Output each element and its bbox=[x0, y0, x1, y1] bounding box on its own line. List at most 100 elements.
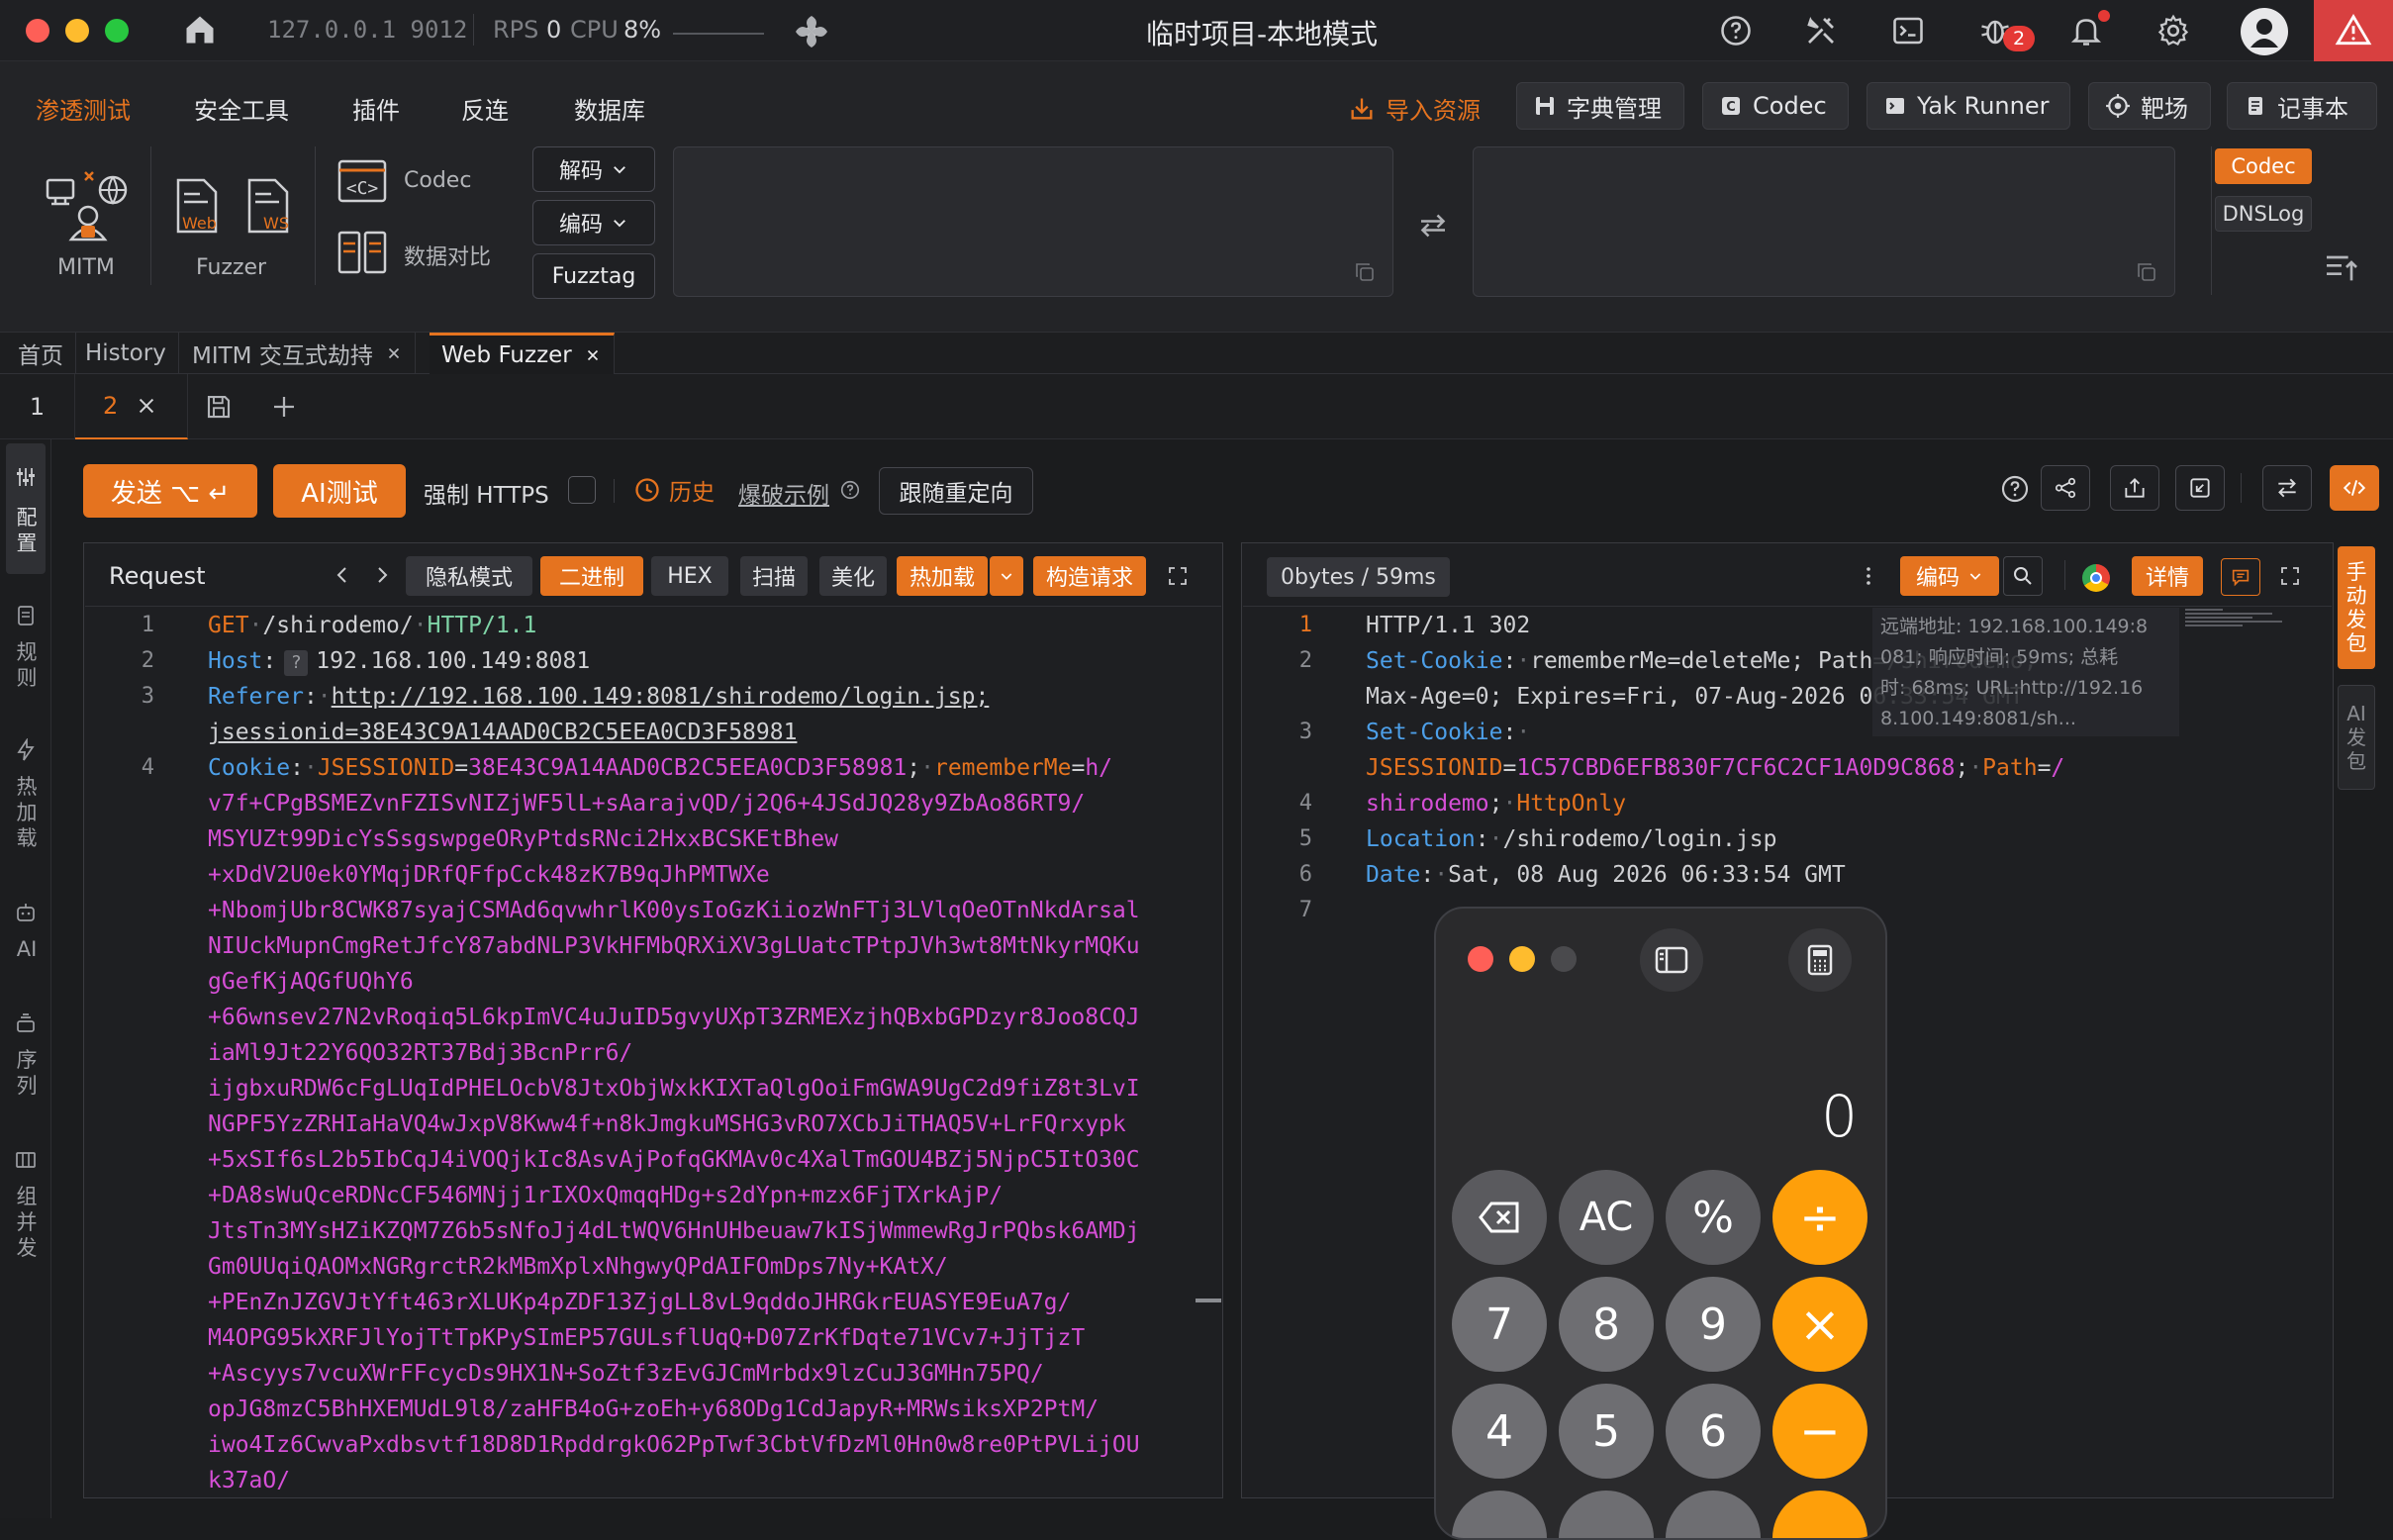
calc-backspace-button[interactable] bbox=[1452, 1170, 1547, 1265]
close-window-button[interactable] bbox=[26, 19, 49, 43]
user-avatar[interactable] bbox=[2241, 8, 2288, 55]
close-tab-icon[interactable] bbox=[385, 344, 403, 362]
calc-multiply-button[interactable]: × bbox=[1772, 1277, 1867, 1372]
sidebar-rules[interactable]: 规则 bbox=[16, 639, 38, 691]
collapse-toolbar-icon[interactable] bbox=[2322, 247, 2361, 287]
calc-ac-button[interactable]: AC bbox=[1559, 1170, 1654, 1265]
sidebar-group-concurrency[interactable]: 组并发 bbox=[16, 1184, 38, 1261]
notepad-button[interactable]: 记事本 bbox=[2227, 82, 2377, 130]
export-icon[interactable] bbox=[2110, 465, 2159, 511]
warning-icon[interactable] bbox=[2314, 0, 2393, 61]
menu-tab-security-tools[interactable]: 安全工具 bbox=[194, 91, 289, 126]
tools-icon[interactable] bbox=[1803, 13, 1839, 48]
terminal-icon[interactable] bbox=[1890, 13, 1926, 48]
follow-redirect-button[interactable]: 跟随重定向 bbox=[879, 467, 1033, 515]
calc-digit-button[interactable] bbox=[1666, 1491, 1761, 1538]
menu-tab-pentest[interactable]: 渗透测试 bbox=[36, 91, 131, 126]
example-help-icon[interactable] bbox=[839, 479, 861, 501]
build-request-chip[interactable]: 构造请求 bbox=[1033, 556, 1146, 596]
save-tab-icon[interactable] bbox=[204, 392, 234, 422]
add-tab-icon[interactable] bbox=[269, 392, 299, 422]
calc-subtract-button[interactable]: − bbox=[1772, 1384, 1867, 1479]
binary-chip[interactable]: 二进制 bbox=[540, 556, 643, 596]
more-options-icon[interactable] bbox=[1857, 562, 1880, 590]
calculator-mode-icon[interactable] bbox=[1788, 928, 1852, 992]
sequence-icon[interactable] bbox=[14, 1011, 38, 1035]
calc-digit-7[interactable]: 7 bbox=[1452, 1277, 1547, 1372]
diff-label[interactable]: 数据对比 bbox=[404, 240, 491, 271]
calculator-window[interactable]: 0 AC % ÷ 7 8 9 × 4 5 6 − bbox=[1434, 907, 1887, 1540]
prev-arrow-icon[interactable] bbox=[331, 562, 354, 588]
hex-chip[interactable]: HEX bbox=[651, 556, 728, 596]
comment-icon[interactable] bbox=[2221, 558, 2260, 596]
editor-scrollbar[interactable] bbox=[1196, 1299, 1221, 1302]
privacy-mode-chip[interactable]: 隐私模式 bbox=[406, 556, 532, 596]
history-button[interactable]: 历史 bbox=[633, 473, 715, 507]
calc-minimize-button[interactable] bbox=[1509, 946, 1535, 972]
send-request-button[interactable]: 发送 ⌥ ↵ bbox=[83, 464, 257, 518]
codec-tool-icon[interactable]: <C> bbox=[336, 158, 388, 206]
side-tab-ai-send[interactable]: AI发包 bbox=[2338, 685, 2375, 790]
copy-icon[interactable] bbox=[1353, 260, 1377, 284]
share-icon[interactable] bbox=[2041, 465, 2090, 511]
beautify-chip[interactable]: 美化 bbox=[819, 556, 887, 596]
subtab-1[interactable]: 1 bbox=[0, 374, 75, 439]
calc-divide-button[interactable]: ÷ bbox=[1772, 1170, 1867, 1265]
response-encode-select[interactable]: 编码 bbox=[1900, 556, 1999, 596]
menu-tab-database[interactable]: 数据库 bbox=[574, 91, 645, 126]
sidebar-config[interactable]: 配置 bbox=[16, 505, 38, 556]
tab-home[interactable]: 首页 bbox=[6, 333, 76, 374]
sidebar-sequence[interactable]: 序列 bbox=[16, 1047, 38, 1099]
encode-select[interactable]: 编码 bbox=[532, 200, 655, 245]
scan-chip[interactable]: 扫描 bbox=[740, 556, 808, 596]
hot-reload-icon[interactable] bbox=[14, 738, 38, 762]
import-icon[interactable] bbox=[2175, 465, 2225, 511]
side-tab-codec[interactable]: Codec bbox=[2215, 148, 2312, 184]
force-https-checkbox[interactable] bbox=[568, 476, 596, 504]
calc-digit-6[interactable]: 6 bbox=[1666, 1384, 1761, 1479]
yak-logo-icon[interactable] bbox=[792, 12, 831, 51]
calc-digit-5[interactable]: 5 bbox=[1559, 1384, 1654, 1479]
minimize-window-button[interactable] bbox=[65, 19, 89, 43]
close-tab-icon[interactable] bbox=[136, 395, 157, 417]
maximize-icon[interactable] bbox=[1166, 564, 1190, 588]
menu-tab-reverse[interactable]: 反连 bbox=[461, 91, 509, 126]
decode-select[interactable]: 解码 bbox=[532, 146, 655, 192]
calc-digit-4[interactable]: 4 bbox=[1452, 1384, 1547, 1479]
calc-close-button[interactable] bbox=[1468, 946, 1493, 972]
calc-add-button[interactable] bbox=[1772, 1491, 1867, 1538]
sidebar-hot-reload[interactable]: 热加载 bbox=[16, 774, 38, 851]
sidebar-toggle-icon[interactable] bbox=[1640, 928, 1703, 992]
next-arrow-icon[interactable] bbox=[370, 562, 394, 588]
swap-layout-icon[interactable] bbox=[2262, 465, 2312, 511]
calc-zoom-button[interactable] bbox=[1551, 946, 1577, 972]
close-tab-icon[interactable] bbox=[584, 346, 602, 364]
ai-test-button[interactable]: AI测试 bbox=[273, 464, 406, 518]
codec-output-area[interactable] bbox=[1473, 146, 2175, 297]
calc-digit-button[interactable] bbox=[1559, 1491, 1654, 1538]
hot-reload-dropdown[interactable] bbox=[990, 556, 1023, 596]
sidebar-ai[interactable]: AI bbox=[16, 936, 38, 962]
subtab-2[interactable]: 2 bbox=[75, 374, 188, 439]
home-icon[interactable] bbox=[182, 12, 218, 48]
side-tab-manual-send[interactable]: 手动发包 bbox=[2338, 546, 2375, 669]
brute-example-link[interactable]: 爆破示例 bbox=[738, 476, 829, 510]
dictionary-manager-button[interactable]: 字典管理 bbox=[1516, 82, 1684, 130]
side-tab-dnslog[interactable]: DNSLog bbox=[2215, 196, 2312, 232]
help-icon[interactable] bbox=[1718, 13, 1754, 48]
response-minimap[interactable] bbox=[2183, 608, 2292, 631]
calc-digit-9[interactable]: 9 bbox=[1666, 1277, 1761, 1372]
fuzztag-button[interactable]: Fuzztag bbox=[532, 253, 655, 299]
tab-web-fuzzer[interactable]: Web Fuzzer bbox=[430, 333, 615, 374]
search-icon[interactable] bbox=[2003, 556, 2043, 596]
copy-icon[interactable] bbox=[2135, 260, 2158, 284]
concurrency-icon[interactable] bbox=[14, 1148, 38, 1172]
codec-input-area[interactable] bbox=[673, 146, 1393, 297]
mitm-icon[interactable] bbox=[44, 166, 131, 245]
calc-percent-button[interactable]: % bbox=[1666, 1170, 1761, 1265]
swap-arrows-icon[interactable] bbox=[1415, 208, 1451, 243]
maximize-icon[interactable] bbox=[2278, 564, 2302, 588]
zoom-window-button[interactable] bbox=[105, 19, 129, 43]
yak-runner-button[interactable]: Yak Runner bbox=[1867, 82, 2070, 130]
tab-mitm[interactable]: MITM 交互式劫持 bbox=[180, 333, 416, 374]
